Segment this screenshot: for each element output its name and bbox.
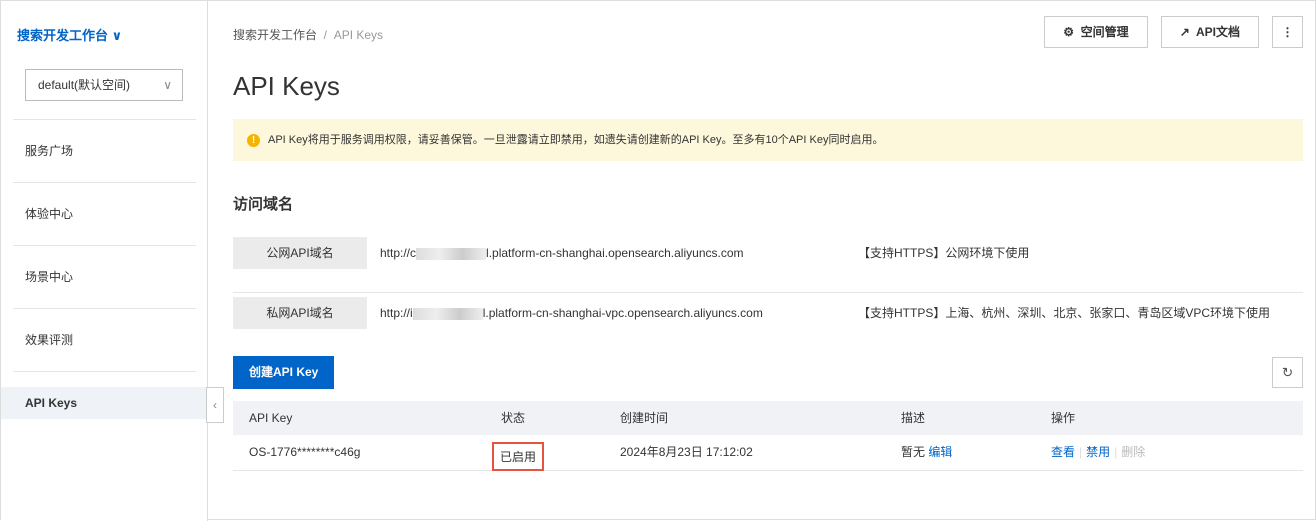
page-title: API Keys [233,71,340,101]
api-docs-button[interactable]: ↗ API文档 [1160,16,1259,48]
more-vertical-icon: ⋮ [1281,25,1294,39]
domain-row: 私网API域名 http://i l.platform-cn-shanghai-v… [233,291,1303,353]
more-button[interactable]: ⋮ [1272,16,1303,48]
divider [13,371,196,372]
sidebar-item-service-square[interactable]: 服务广场 [13,119,196,182]
warning-icon: ! [247,134,260,147]
domain-url: http://c l.platform-cn-shanghai.opensearc… [380,246,744,260]
warning-alert: ! API Key将用于服务调用权限，请妥善保管。一旦泄露请立即禁用，如遗失请创建… [233,119,1303,161]
chevron-down-icon: ∨ [163,78,172,92]
domain-url: http://i l.platform-cn-shanghai-vpc.opens… [380,306,763,320]
table-header: API Key 状态 创建时间 描述 操作 [233,401,1303,435]
sidebar-item-scenario[interactable]: 场景中心 [13,245,196,308]
sidebar-item-experience[interactable]: 体验中心 [13,182,196,245]
domain-row: 公网API域名 http://c l.platform-cn-shanghai.o… [233,231,1303,293]
sidebar: 搜索开发工作台 ∨ default(默认空间) ∨ 服务广场 体验中心 场景中心 … [1,1,208,521]
refresh-icon: ↻ [1281,365,1294,380]
delete-link: 删除 [1121,445,1146,459]
table-row: OS-1776********c46g 已启用 2024年8月23日 17:12… [233,435,1303,471]
api-keys-table: API Key 状态 创建时间 描述 操作 OS-1776********c46… [233,401,1303,471]
collapse-sidebar-button[interactable]: ‹ [206,387,224,423]
space-select[interactable]: default(默认空间) ∨ [25,69,183,101]
refresh-button[interactable]: ↻ [1272,357,1303,388]
sidebar-item-api-keys[interactable]: API Keys [1,387,208,419]
disable-link[interactable]: 禁用 [1086,445,1110,459]
gear-icon: ⚙ [1063,25,1074,39]
edit-link[interactable]: 编辑 [928,445,952,459]
chevron-down-icon: ∨ [111,28,123,43]
status-badge: 已启用 [492,442,545,471]
chevron-left-icon: ‹ [213,398,217,412]
breadcrumb: 搜索开发工作台 / API Keys [233,28,384,42]
sidebar-item-evaluation[interactable]: 效果评测 [13,308,196,371]
external-link-icon: ↗ [1179,25,1190,39]
create-api-key-button[interactable]: 创建API Key [233,356,335,389]
view-link[interactable]: 查看 [1051,445,1075,459]
workspace-switcher[interactable]: 搜索开发工作台 ∨ [17,25,122,44]
breadcrumb-link[interactable]: 搜索开发工作台 [233,28,317,42]
section-title: 访问域名 [233,196,294,213]
space-management-button[interactable]: ⚙ 空间管理 [1044,16,1148,48]
